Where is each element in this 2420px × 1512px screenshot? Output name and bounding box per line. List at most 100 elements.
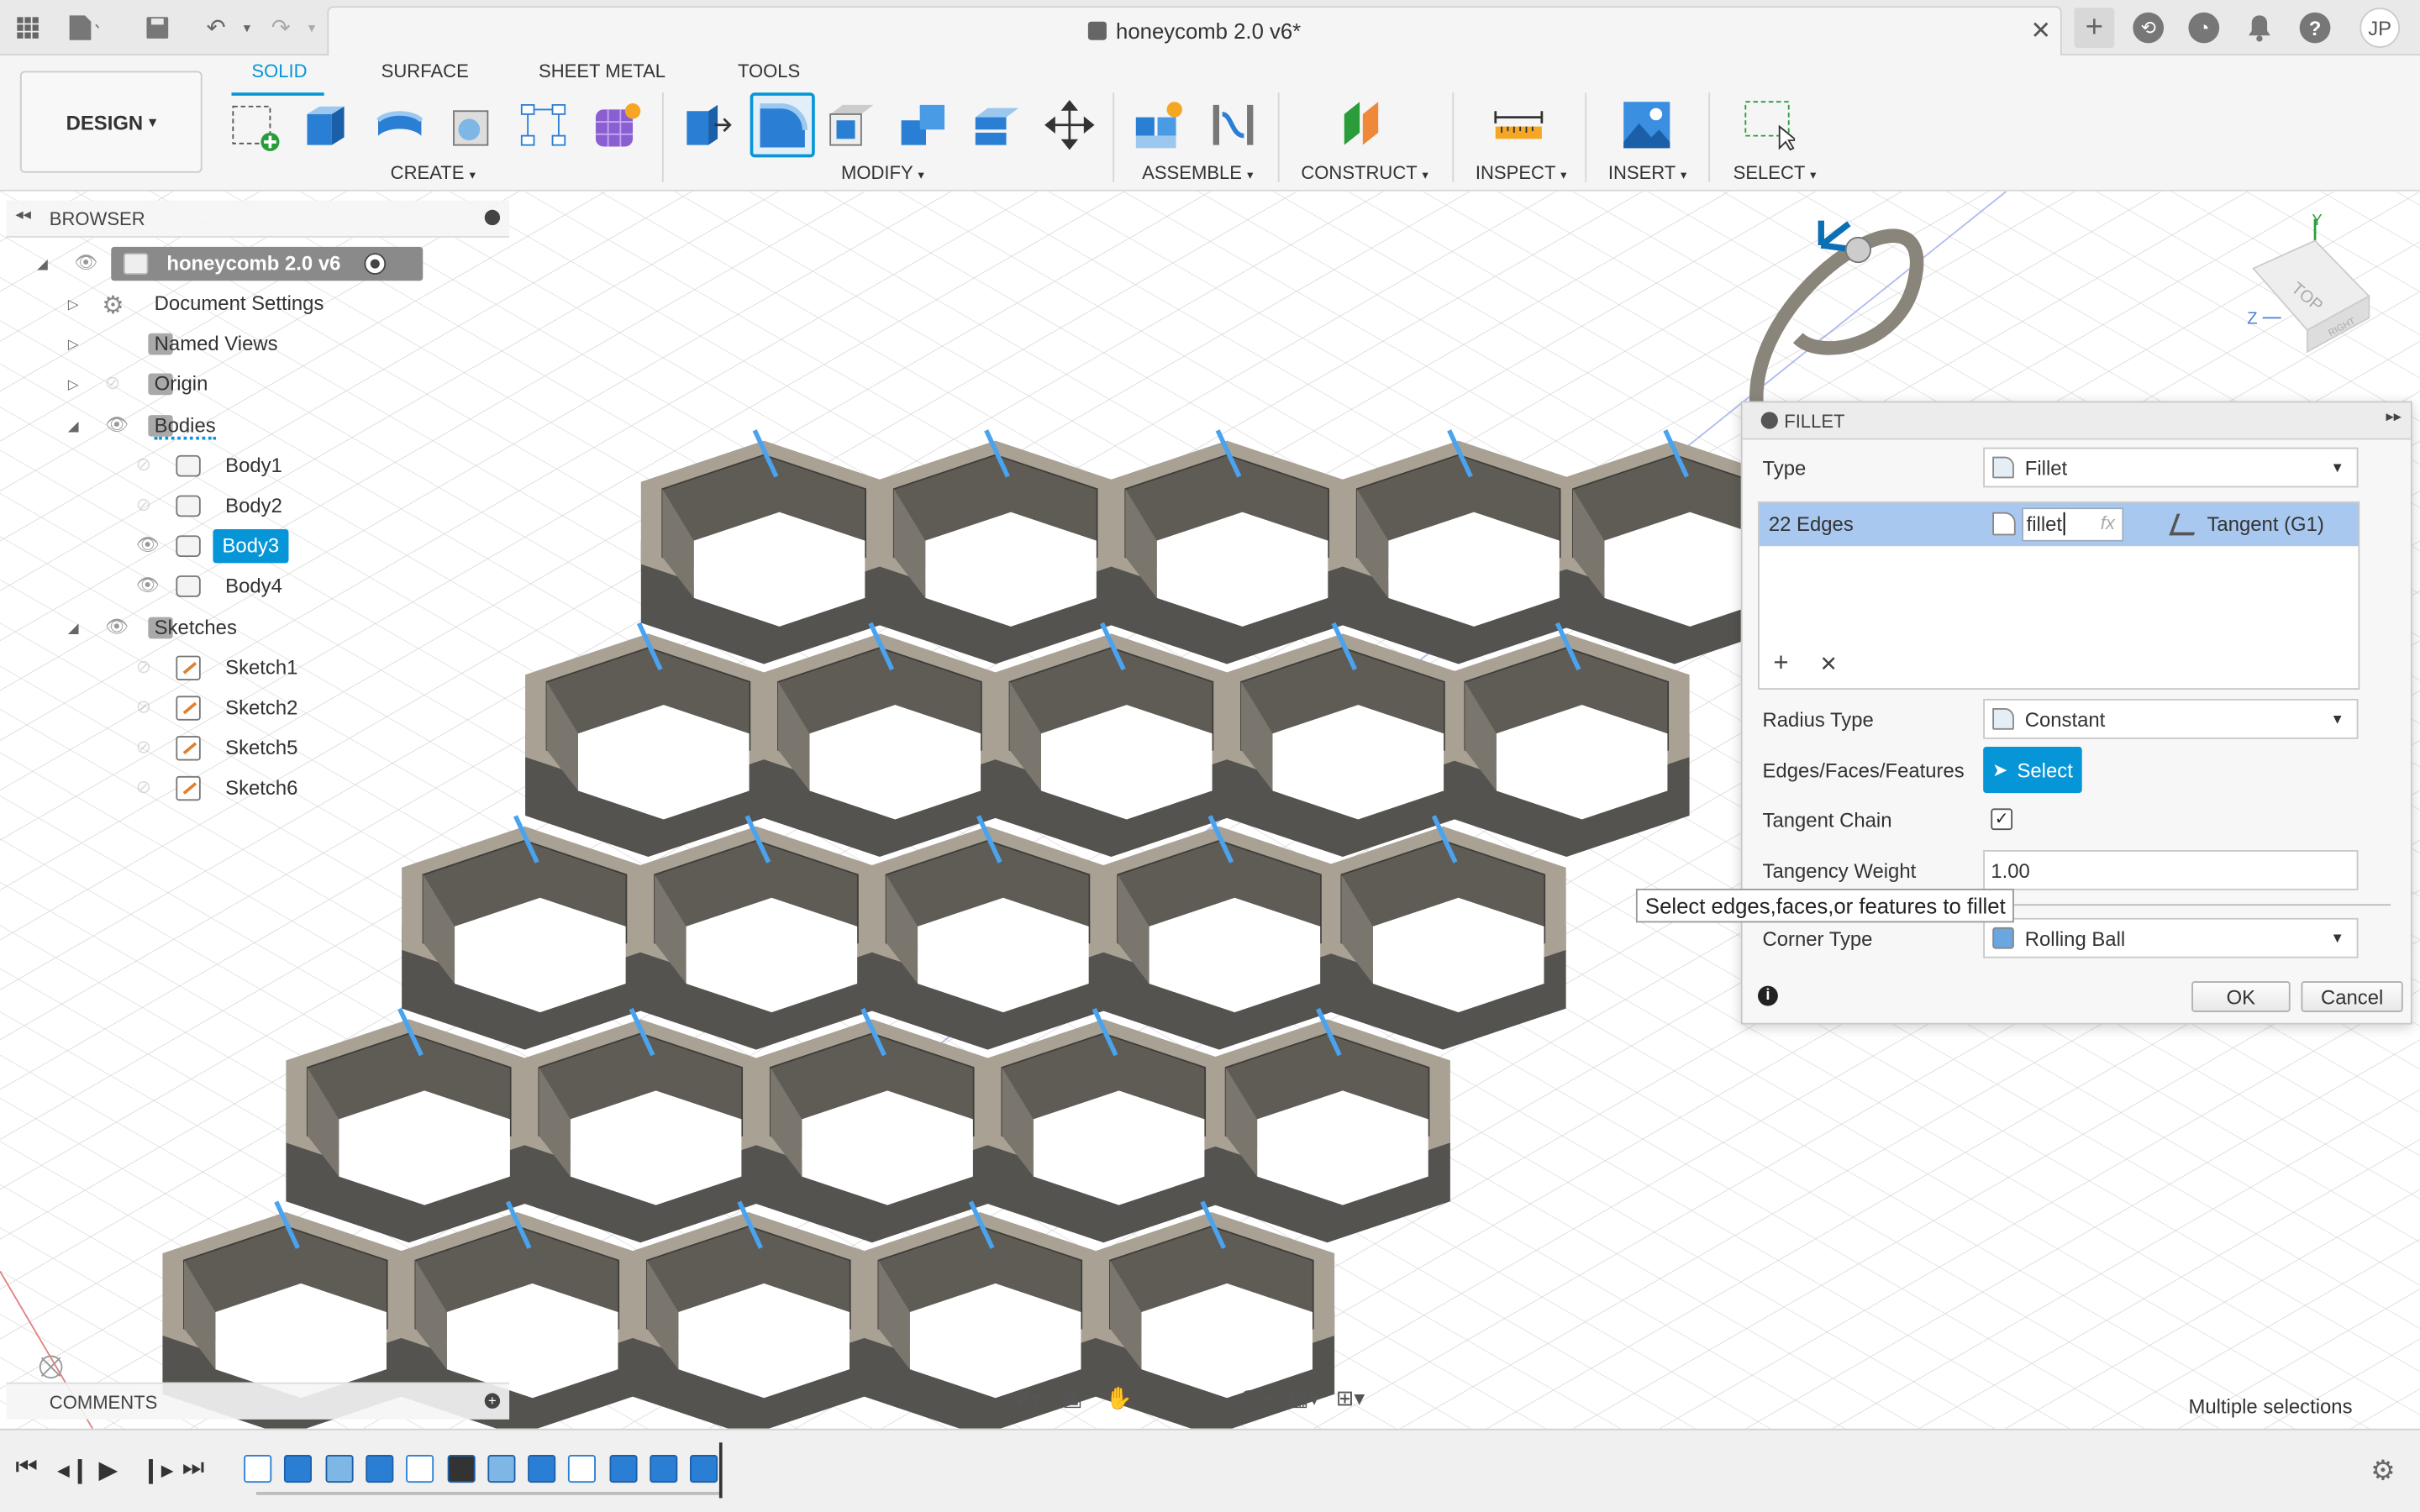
browser-panel-header[interactable]: ◂◂ BROWSER [6,200,510,238]
manipulator-icon[interactable] [1844,236,1871,264]
corner-type-dropdown[interactable]: Rolling Ball ▼ [1983,917,2359,958]
expand-triangle-icon[interactable]: ◢ [68,620,79,637]
visibility-eye-icon[interactable]: ⊘ [136,655,151,677]
app-grid-icon[interactable] [13,13,44,44]
timeline-marker[interactable] [718,1442,723,1499]
tab-tools[interactable]: TOOLS [738,60,800,82]
move-feature-icon[interactable] [446,1455,475,1483]
expand-triangle-icon[interactable]: ▷ [68,377,79,394]
extrude-feature-icon[interactable] [568,1455,597,1483]
sketch-feature-icon[interactable] [366,1455,394,1483]
joint-icon[interactable] [1207,99,1259,151]
step-forward-icon[interactable]: ❙▸ [140,1455,173,1486]
tangent-chain-checkbox[interactable]: ✓ [1991,808,2013,831]
type-dropdown[interactable]: Fillet ▼ [1983,447,2359,488]
visibility-eye-icon[interactable]: 👁 [74,251,97,273]
display-settings-icon[interactable]: 🖵▾ [1238,1383,1278,1414]
visibility-eye-icon[interactable]: ⊘ [136,696,151,717]
rib-icon[interactable] [518,99,571,151]
combine-icon[interactable] [898,99,950,151]
redo-dropdown-icon[interactable]: ▾ [297,13,328,44]
expand-dialog-icon[interactable]: ▸▸ [2386,409,2401,426]
extensions-icon[interactable]: ⟲ [2133,12,2165,44]
select-window-icon[interactable] [1743,99,1796,151]
visibility-eye-icon[interactable]: 👁 [105,412,129,434]
expand-triangle-icon[interactable]: ◢ [37,256,48,273]
revolve-icon[interactable] [373,99,425,151]
modify-menu[interactable]: MODIFY ▾ [841,162,924,184]
shell-icon[interactable] [826,99,878,151]
add-edge-set-icon[interactable]: + [1773,648,1788,679]
look-at-icon[interactable]: ▣ [1053,1383,1093,1414]
redo-icon[interactable]: ↷ [266,13,297,44]
extrude-feature-icon[interactable] [284,1455,313,1483]
view-cube[interactable]: Y Z TOP RIGHT [2223,207,2392,376]
pan-icon[interactable]: ✋ [1099,1383,1139,1414]
tab-surface[interactable]: SURFACE [381,60,469,82]
info-icon[interactable]: i [1758,985,1778,1006]
extrude-icon[interactable] [301,99,353,151]
go-to-end-icon[interactable]: ⏭ [182,1455,204,1483]
collapse-dialog-icon[interactable] [1760,412,1778,429]
offset-plane-icon[interactable] [1338,99,1390,151]
notifications-icon[interactable] [2244,13,2275,44]
save-icon[interactable] [142,13,173,44]
zoom-icon[interactable]: ⌕ [1145,1383,1186,1414]
visibility-eye-icon[interactable]: ⊘ [105,372,120,394]
insert-menu[interactable]: INSERT ▾ [1608,162,1687,184]
tab-sheet-metal[interactable]: SHEET METAL [539,60,666,82]
extrude-feature-icon[interactable] [406,1455,434,1483]
move-icon[interactable] [1044,99,1096,151]
visibility-eye-icon[interactable]: 👁 [136,534,160,556]
expand-triangle-icon[interactable]: ▷ [68,297,79,313]
collapse-browser-icon[interactable]: ◂◂ [15,207,30,223]
tab-solid[interactable]: SOLID [251,60,307,82]
visibility-eye-icon[interactable]: ⊘ [136,454,151,475]
create-menu[interactable]: CREATE ▾ [391,162,476,184]
visibility-eye-icon[interactable]: ⊘ [136,777,151,799]
new-component-icon[interactable] [1133,99,1185,151]
undo-dropdown-icon[interactable]: ▾ [232,13,263,44]
play-icon[interactable]: ▶ [99,1455,118,1486]
close-tab-icon[interactable]: ✕ [2030,15,2051,46]
visibility-eye-icon[interactable]: 👁 [136,575,160,596]
select-edges-button[interactable]: ➤ Select [1983,746,2082,794]
edge-set-row[interactable]: 22 Edges fillet fx Tangent (G1) [1759,502,2359,547]
file-menu-icon[interactable] [68,13,99,44]
inspect-menu[interactable]: INSPECT ▾ [1476,162,1567,184]
create-sketch-icon[interactable] [229,99,281,151]
timeline-settings-gear-icon[interactable]: ⚙ [2370,1455,2396,1488]
tangency-weight-input[interactable]: 1.00 [1983,850,2359,890]
step-back-icon[interactable]: ◂❙ [57,1455,90,1486]
radius-type-dropdown[interactable]: Constant ▼ [1983,699,2359,739]
undo-icon[interactable]: ↶ [201,13,232,44]
sweep-icon[interactable] [446,99,498,151]
fillet-feature-icon[interactable] [324,1455,353,1483]
comments-panel-header[interactable]: COMMENTS + [6,1382,510,1420]
visibility-eye-icon[interactable]: ⊘ [136,736,151,758]
document-tab[interactable]: honeycomb 2.0 v6* ✕ [327,6,2062,56]
fillet-tool-active[interactable] [750,92,815,158]
sketch-feature-icon[interactable] [608,1455,637,1483]
cancel-button[interactable]: Cancel [2301,981,2403,1012]
fillet-dialog-header[interactable]: FILLET ▸▸ [1742,402,2411,440]
zoom-window-icon[interactable]: ⌕▾ [1192,1383,1232,1414]
new-tab-icon[interactable]: + [2074,8,2115,48]
sketch-feature-icon[interactable] [528,1455,556,1483]
continuity-value[interactable]: Tangent (G1) [2207,512,2323,536]
extrude-feature-icon[interactable] [650,1455,678,1483]
offset-face-icon[interactable] [971,99,1023,151]
assemble-menu[interactable]: ASSEMBLE ▾ [1142,162,1253,184]
help-icon[interactable]: ? [2299,12,2331,44]
browser-pin-icon[interactable] [484,209,501,226]
fx-button[interactable]: fx [2101,512,2115,534]
expand-triangle-icon[interactable]: ▷ [68,337,79,354]
add-comment-icon[interactable]: + [484,1393,501,1409]
user-avatar[interactable]: JP [2360,8,2401,48]
press-pull-icon[interactable] [681,99,733,151]
go-to-start-icon[interactable]: ⏮ [15,1455,37,1483]
measure-icon[interactable] [1492,99,1544,151]
insert-image-icon[interactable] [1621,99,1673,151]
visibility-eye-icon[interactable]: 👁 [105,615,129,637]
sketch-feature-icon[interactable] [244,1455,272,1483]
